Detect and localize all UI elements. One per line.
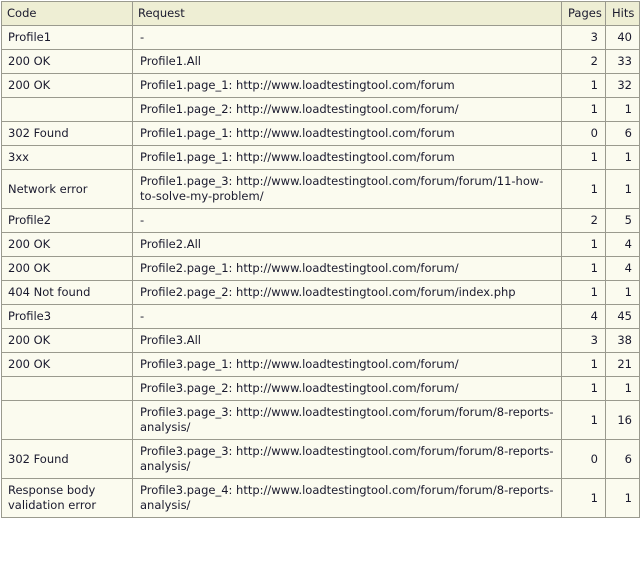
cell-pages: 1 <box>561 256 606 281</box>
table-row: Profile3.page_3: http://www.loadtestingt… <box>1 400 640 440</box>
cell-code: Network error <box>1 169 133 209</box>
cell-hits: 1 <box>605 169 640 209</box>
cell-request: Profile2.page_2: http://www.loadtestingt… <box>132 280 562 305</box>
cell-code: Profile3 <box>1 304 133 329</box>
table-header-row: Code Request Pages Hits <box>1 1 640 26</box>
table-row: Profile1-3 40 <box>1 25 640 50</box>
cell-pages: 0 <box>561 439 606 479</box>
cell-code: Profile1 <box>1 25 133 50</box>
cell-code: 302 Found <box>1 121 133 146</box>
cell-pages: 4 <box>561 304 606 329</box>
cell-code: 302 Found <box>1 439 133 479</box>
table-row: 200 OK Profile1.page_1: http://www.loadte… <box>1 73 640 98</box>
table-row: 302 Found Profile1.page_1: http://www.loa… <box>1 121 640 146</box>
cell-hits: 38 <box>605 328 640 353</box>
column-header-code: Code <box>1 1 133 26</box>
cell-hits: 1 <box>605 97 640 122</box>
cell-pages: 1 <box>561 97 606 122</box>
cell-code: 404 Not found <box>1 280 133 305</box>
table-header: Code Request Pages Hits <box>1 1 640 26</box>
table-row: Profile2-2 5 <box>1 208 640 233</box>
load-test-request-table: Code Request Pages Hits Profile1-3 40 200 … <box>1 1 640 518</box>
cell-hits: 40 <box>605 25 640 50</box>
column-header-pages: Pages <box>561 1 606 26</box>
table-row: 200 OK Profile3.All 3 38 <box>1 328 640 353</box>
cell-hits: 21 <box>605 352 640 377</box>
cell-request: Profile1.All <box>132 49 562 74</box>
cell-request: Profile3.page_3: http://www.loadtestingt… <box>132 400 562 440</box>
table-row: 200 OK Profile2.All 1 4 <box>1 232 640 257</box>
cell-hits: 6 <box>605 439 640 479</box>
table-row: Profile3-4 45 <box>1 304 640 329</box>
cell-code: 200 OK <box>1 232 133 257</box>
cell-code: 200 OK <box>1 256 133 281</box>
table-row: 3xx Profile1.page_1: http://www.loadtesti… <box>1 145 640 170</box>
cell-request: Profile3.page_3: http://www.loadtestingt… <box>132 439 562 479</box>
cell-pages: 1 <box>561 232 606 257</box>
cell-hits: 1 <box>605 145 640 170</box>
table-row: 200 OK Profile2.page_1: http://www.loadte… <box>1 256 640 281</box>
cell-request: - <box>132 25 562 50</box>
cell-code: Response body validation error <box>1 478 133 518</box>
cell-request: - <box>132 304 562 329</box>
cell-pages: 2 <box>561 208 606 233</box>
cell-pages: 1 <box>561 169 606 209</box>
cell-code: 3xx <box>1 145 133 170</box>
column-header-request: Request <box>132 1 562 26</box>
cell-pages: 3 <box>561 328 606 353</box>
cell-request: Profile3.page_2: http://www.loadtestingt… <box>132 376 562 401</box>
cell-request: Profile1.page_2: http://www.loadtestingt… <box>132 97 562 122</box>
cell-code <box>1 376 133 401</box>
cell-code: 200 OK <box>1 328 133 353</box>
cell-hits: 1 <box>605 376 640 401</box>
cell-hits: 33 <box>605 49 640 74</box>
cell-pages: 1 <box>561 145 606 170</box>
cell-hits: 5 <box>605 208 640 233</box>
cell-pages: 1 <box>561 400 606 440</box>
cell-pages: 1 <box>561 280 606 305</box>
cell-request: Profile1.page_1: http://www.loadtestingt… <box>132 145 562 170</box>
cell-request: Profile1.page_1: http://www.loadtestingt… <box>132 121 562 146</box>
cell-pages: 1 <box>561 352 606 377</box>
cell-pages: 0 <box>561 121 606 146</box>
cell-pages: 3 <box>561 25 606 50</box>
cell-code: 200 OK <box>1 73 133 98</box>
table-row: 200 OK Profile1.All 2 33 <box>1 49 640 74</box>
cell-request: - <box>132 208 562 233</box>
cell-request: Profile2.All <box>132 232 562 257</box>
cell-hits: 4 <box>605 256 640 281</box>
cell-pages: 2 <box>561 49 606 74</box>
cell-pages: 1 <box>561 73 606 98</box>
cell-request: Profile3.All <box>132 328 562 353</box>
cell-hits: 4 <box>605 232 640 257</box>
cell-pages: 1 <box>561 376 606 401</box>
cell-code: 200 OK <box>1 352 133 377</box>
column-header-hits: Hits <box>605 1 640 26</box>
table-row: Profile3.page_2: http://www.loadtestingt… <box>1 376 640 401</box>
cell-request: Profile3.page_1: http://www.loadtestingt… <box>132 352 562 377</box>
table-row: 404 Not found Profile2.page_2: http://www… <box>1 280 640 305</box>
cell-request: Profile3.page_4: http://www.loadtestingt… <box>132 478 562 518</box>
cell-request: Profile1.page_1: http://www.loadtestingt… <box>132 73 562 98</box>
cell-request: Profile1.page_3: http://www.loadtestingt… <box>132 169 562 209</box>
cell-code: Profile2 <box>1 208 133 233</box>
table-row: Profile1.page_2: http://www.loadtestingt… <box>1 97 640 122</box>
cell-hits: 6 <box>605 121 640 146</box>
cell-pages: 1 <box>561 478 606 518</box>
cell-hits: 1 <box>605 478 640 518</box>
cell-hits: 1 <box>605 280 640 305</box>
table-row: Response body validation error Profile3.p… <box>1 478 640 518</box>
cell-code <box>1 400 133 440</box>
table-row: 302 Found Profile3.page_3: http://www.loa… <box>1 439 640 479</box>
cell-code: 200 OK <box>1 49 133 74</box>
cell-hits: 45 <box>605 304 640 329</box>
table-row: 200 OK Profile3.page_1: http://www.loadte… <box>1 352 640 377</box>
cell-request: Profile2.page_1: http://www.loadtestingt… <box>132 256 562 281</box>
cell-hits: 32 <box>605 73 640 98</box>
cell-code <box>1 97 133 122</box>
table-body: Profile1-3 40 200 OK Profile1.All 2 33 200 OK P… <box>1 25 640 518</box>
cell-hits: 16 <box>605 400 640 440</box>
table-row: Network error Profile1.page_3: http://www… <box>1 169 640 209</box>
